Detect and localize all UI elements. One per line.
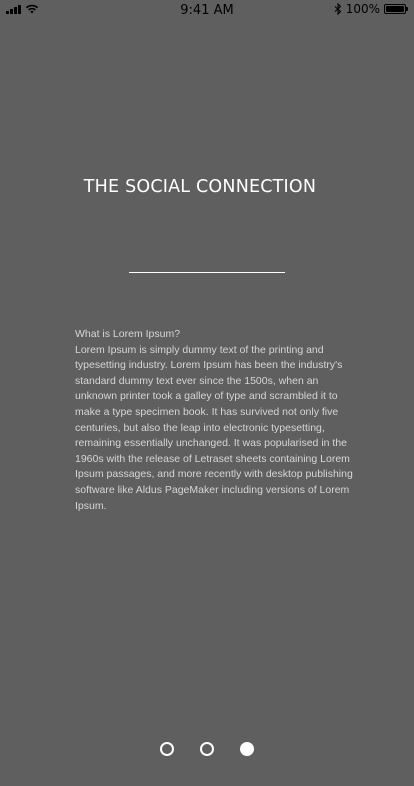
page-indicator <box>0 742 414 756</box>
bluetooth-icon <box>334 3 341 15</box>
page-dot-1[interactable] <box>160 742 174 756</box>
content-heading: What is Lorem Ipsum? <box>75 328 181 340</box>
page-dot-2[interactable] <box>200 742 214 756</box>
content-body: Lorem Ipsum is simply dummy text of the … <box>75 343 353 512</box>
title-divider <box>129 272 285 273</box>
app-title: THE SOCIAL CONNECTION <box>83 177 317 197</box>
battery-icon <box>384 4 408 14</box>
battery-percentage: 100% <box>345 2 380 16</box>
page-dot-3[interactable] <box>240 742 254 756</box>
status-right: 100% <box>334 2 408 16</box>
content-block: What is Lorem Ipsum? Lorem Ipsum is simp… <box>75 327 359 514</box>
battery-level <box>386 6 404 12</box>
status-bar: 9:41 AM 100% <box>0 0 414 22</box>
